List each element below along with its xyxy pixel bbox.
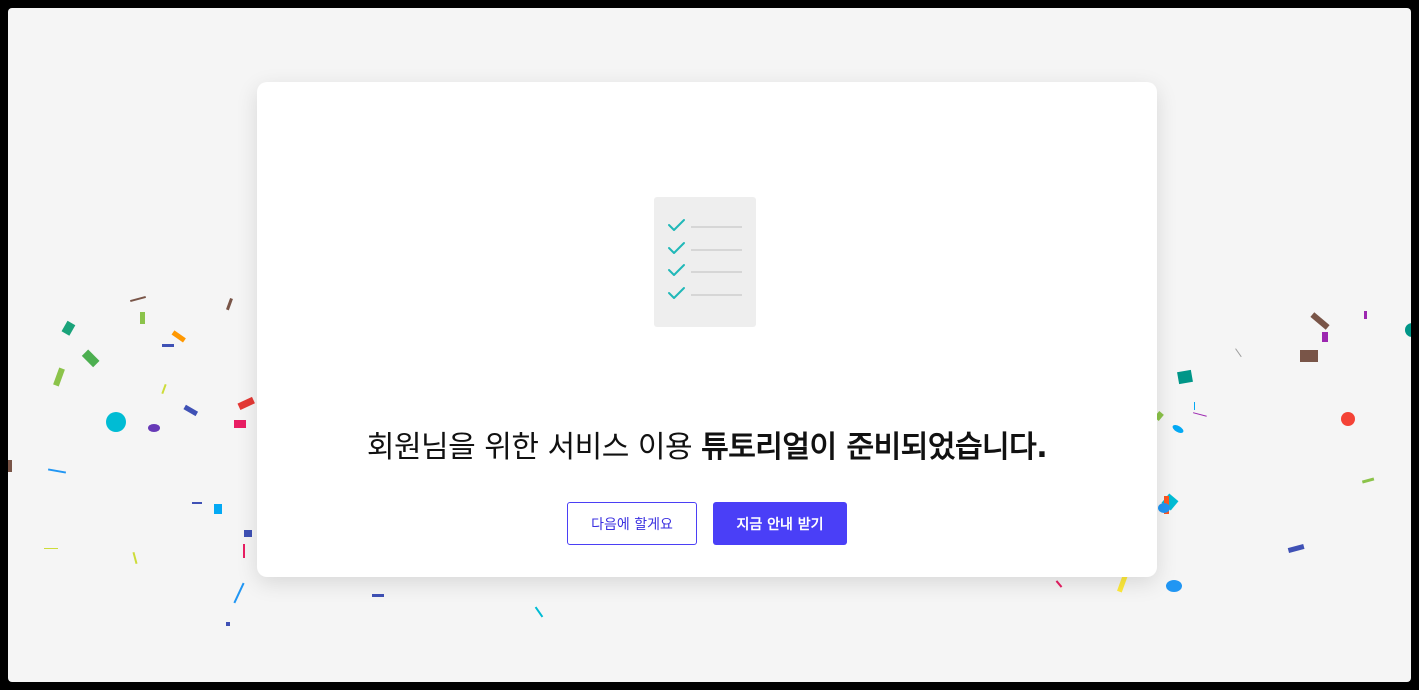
headline-bold-text: 튜토리얼이 준비되었습니다. [701, 430, 1048, 465]
tutorial-dialog: 회원님을 위한 서비스 이용 튜토리얼이 준비되었습니다. 다음에 할게요 지금… [257, 82, 1157, 577]
dialog-actions: 다음에 할게요 지금 안내 받기 [257, 502, 1157, 545]
headline-regular-text: 회원님을 위한 서비스 이용 [366, 430, 702, 465]
start-tutorial-button[interactable]: 지금 안내 받기 [713, 502, 847, 545]
checklist-icon [654, 197, 756, 327]
later-button[interactable]: 다음에 할게요 [567, 502, 697, 545]
tutorial-headline: 회원님을 위한 서비스 이용 튜토리얼이 준비되었습니다. [257, 422, 1157, 466]
tutorial-screen: 회원님을 위한 서비스 이용 튜토리얼이 준비되었습니다. 다음에 할게요 지금… [8, 8, 1411, 682]
